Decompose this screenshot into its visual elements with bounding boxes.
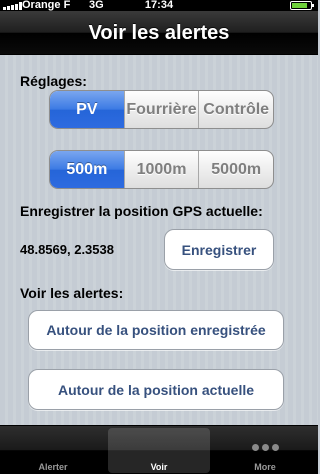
save-position-button[interactable]: Enregistrer <box>164 229 274 270</box>
more-icon <box>214 438 316 456</box>
status-time: 17:34 <box>144 0 174 11</box>
segment-pv[interactable]: PV <box>50 91 124 128</box>
settings-label: Réglages: <box>20 73 87 89</box>
segment-500m[interactable]: 500m <box>50 151 124 188</box>
tab-alerter[interactable]: Alerter <box>2 428 104 473</box>
tab-alerter-label: Alerter <box>38 462 68 472</box>
segment-fourriere[interactable]: Fourrière <box>123 91 199 128</box>
tab-bar: Alerter Voir More <box>0 425 318 474</box>
page-title: Voir les alertes <box>88 22 230 44</box>
alerts-label: Voir les alertes: <box>20 285 124 301</box>
around-saved-position-button[interactable]: Autour de la position enregistrée <box>28 310 284 350</box>
tab-voir-label: Voir <box>150 462 168 472</box>
segment-5000m[interactable]: 5000m <box>198 151 273 188</box>
distance-segmented-control: 500m 1000m 5000m <box>49 150 274 189</box>
alert-type-segmented-control: PV Fourrière Contrôle <box>49 90 274 129</box>
gps-coordinates: 48.8569, 2.3538 <box>20 242 114 257</box>
status-bar: Orange F 3G 17:34 <box>0 0 318 11</box>
battery-icon <box>290 1 314 10</box>
navigation-bar: Voir les alertes <box>0 11 318 55</box>
tab-voir[interactable]: Voir <box>108 428 210 473</box>
tab-more-label: More <box>254 462 276 472</box>
tab-more[interactable]: More <box>214 428 316 473</box>
segment-controle[interactable]: Contrôle <box>198 91 273 128</box>
gps-label: Enregistrer la position GPS actuelle: <box>20 203 263 219</box>
around-current-position-button[interactable]: Autour de la position actuelle <box>28 369 284 410</box>
segment-1000m[interactable]: 1000m <box>123 151 199 188</box>
